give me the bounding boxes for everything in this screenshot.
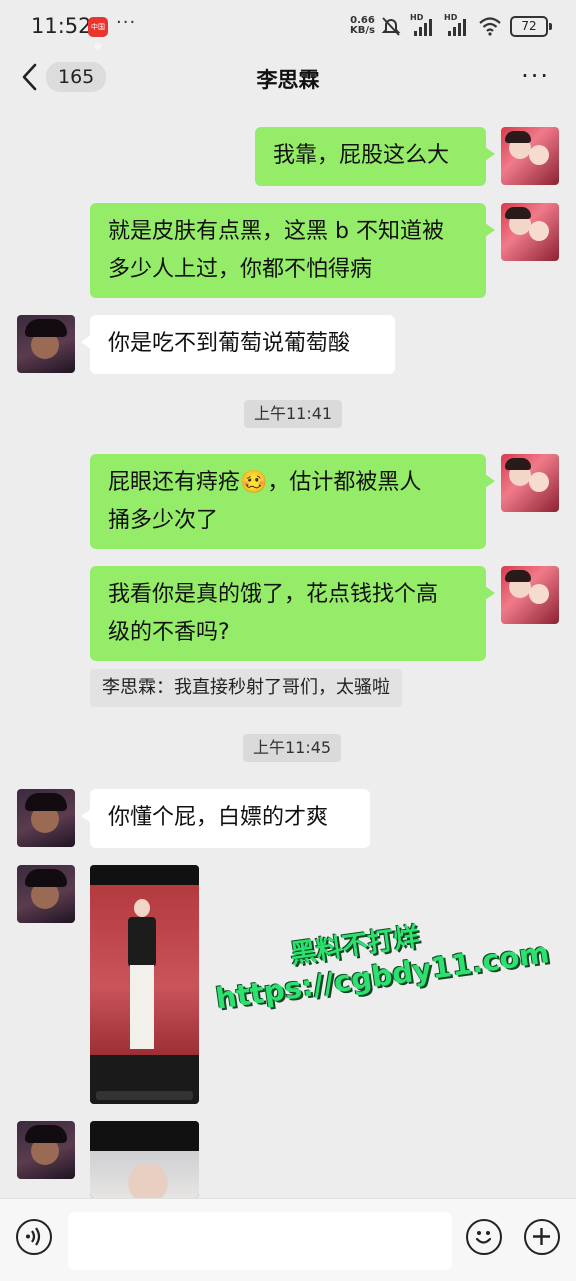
message-input[interactable] [68, 1212, 452, 1270]
status-bar: 11:52 中国移 ··· 0.66 KB/s HD HD 72 [0, 0, 576, 51]
chat-title: 李思霖 [256, 68, 320, 92]
contact-avatar[interactable] [17, 789, 75, 847]
signal-2: HD [444, 13, 470, 37]
battery-indicator: 72 [510, 15, 548, 37]
watermark-overlay: 黑料不打烊 https://cgbdy11.com [213, 922, 552, 1016]
image-message-screenshot[interactable] [90, 865, 199, 1104]
more-options-icon[interactable]: ··· [521, 62, 550, 90]
quoted-message[interactable]: 李思霖：我直接秒射了哥们，太骚啦 [90, 669, 402, 707]
image-message-screenshot[interactable] [90, 1121, 199, 1198]
message-bubble-received[interactable]: 你是吃不到葡萄说葡萄酸 [81, 315, 395, 374]
my-avatar[interactable] [501, 566, 559, 624]
my-avatar[interactable] [501, 203, 559, 261]
network-speed: 0.66 KB/s [350, 15, 375, 36]
signal-bars-icon [448, 19, 466, 36]
contact-avatar[interactable] [17, 1121, 75, 1179]
message-bubble-received[interactable]: 你懂个屁，白嫖的才爽 [81, 789, 370, 848]
input-bar [0, 1198, 576, 1281]
chat-header: 165 李思霖 ··· [0, 50, 576, 108]
contact-avatar[interactable] [17, 865, 75, 923]
my-avatar[interactable] [501, 454, 559, 512]
plus-icon [533, 1228, 550, 1245]
contact-avatar[interactable] [17, 315, 75, 373]
signal-bars-icon [414, 19, 432, 36]
message-bubble-sent[interactable]: 屁眼还有痔疮🥴，估计都被黑人 捅多少次了 [90, 454, 495, 549]
mute-icon [381, 17, 401, 36]
smiley-icon [475, 1231, 492, 1244]
message-bubble-sent[interactable]: 就是皮肤有点黑，这黑 b 不知道被 多少人上过，你都不怕得病 [90, 203, 495, 298]
voice-icon [26, 1227, 41, 1246]
more-functions-button[interactable] [524, 1219, 560, 1255]
person-figure [124, 899, 160, 1049]
more-notifications-icon: ··· [116, 12, 137, 33]
status-time: 11:52 [31, 14, 92, 38]
timestamp: 上午11:41 [244, 400, 343, 428]
message-bubble-sent[interactable]: 我靠，屁股这么大 [255, 127, 495, 186]
woozy-face-emoji: 🥴 [240, 470, 268, 495]
timestamp: 上午11:45 [243, 734, 342, 762]
emoji-button[interactable] [466, 1219, 502, 1255]
message-bubble-sent[interactable]: 我看你是真的饿了，花点钱找个高 级的不香吗? [90, 566, 495, 661]
my-avatar[interactable] [501, 127, 559, 185]
wifi-icon [479, 17, 501, 36]
signal-1: HD [410, 13, 436, 37]
voice-input-button[interactable] [16, 1219, 52, 1255]
china-mobile-app-icon: 中国移 [88, 17, 108, 51]
battery-tip [549, 22, 552, 30]
